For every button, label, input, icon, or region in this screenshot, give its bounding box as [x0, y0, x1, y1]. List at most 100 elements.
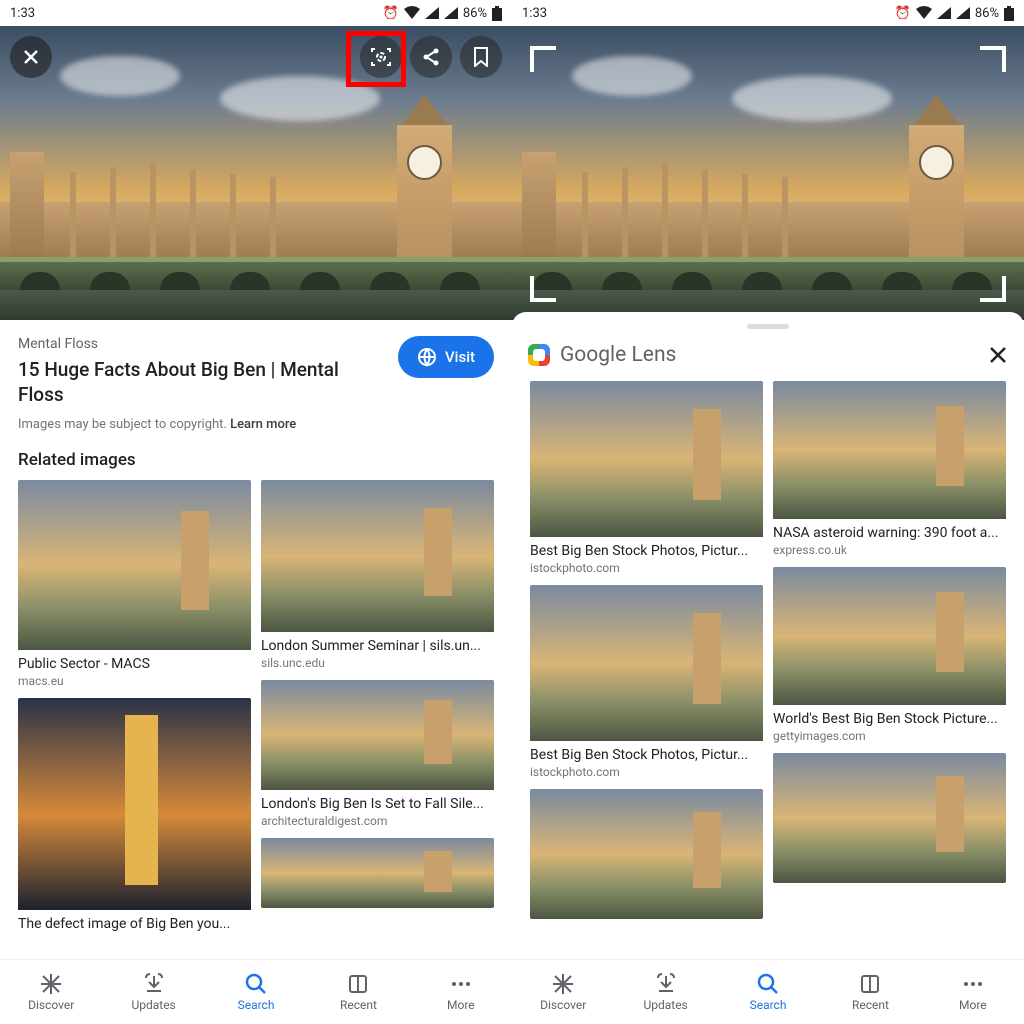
related-heading: Related images [0, 440, 512, 480]
bookmark-icon [473, 47, 489, 67]
related-thumb[interactable]: The defect image of Big Ben you... [18, 698, 251, 932]
hero-image[interactable] [0, 26, 512, 320]
bottom-nav: Discover Updates Search Recent More [0, 959, 512, 1024]
status-bar: 1:33 ⏰ 86% [0, 0, 512, 26]
nav-label: More [959, 998, 987, 1012]
source-label: Mental Floss [18, 336, 386, 352]
search-icon [757, 973, 779, 995]
signal-icon-2 [956, 7, 970, 19]
lens-hero-image[interactable] [512, 26, 1024, 320]
bookmark-button[interactable] [460, 36, 502, 78]
signal-icon [937, 7, 951, 19]
battery-icon [492, 6, 502, 21]
nav-label: Search [238, 998, 275, 1012]
battery-icon [1004, 6, 1014, 21]
lens-title: Google Lens [560, 343, 676, 367]
nav-label: Updates [131, 998, 175, 1012]
nav-discover[interactable]: Discover [0, 960, 102, 1024]
recent-icon [347, 973, 369, 995]
status-bar: 1:33 ⏰ 86% [512, 0, 1024, 26]
nav-label: Discover [540, 998, 586, 1012]
alarm-icon: ⏰ [383, 6, 399, 21]
battery-text: 86% [463, 6, 487, 21]
alarm-icon: ⏰ [895, 6, 911, 21]
nav-label: Recent [852, 998, 889, 1012]
thumb-domain: macs.eu [18, 674, 251, 688]
nav-recent[interactable]: Recent [819, 960, 921, 1024]
thumb-title: London Summer Seminar | sils.un... [261, 638, 494, 654]
thumb-domain: architecturaldigest.com [261, 814, 494, 828]
nav-more[interactable]: More [410, 960, 512, 1024]
nav-label: Updates [643, 998, 687, 1012]
wifi-icon [916, 6, 932, 20]
share-button[interactable] [410, 36, 452, 78]
updates-icon [143, 973, 165, 995]
thumb-domain: sils.unc.edu [261, 656, 494, 670]
signal-icon-2 [444, 7, 458, 19]
signal-icon [425, 7, 439, 19]
thumb-title: Best Big Ben Stock Photos, Pictur... [530, 747, 763, 763]
visit-label: Visit [445, 348, 475, 366]
lens-result-thumb[interactable] [530, 789, 763, 919]
discover-icon [552, 973, 574, 995]
more-icon [962, 973, 984, 995]
recent-icon [859, 973, 881, 995]
nav-search[interactable]: Search [205, 960, 307, 1024]
status-time: 1:33 [10, 6, 35, 21]
globe-icon [417, 347, 437, 367]
thumb-title: Best Big Ben Stock Photos, Pictur... [530, 543, 763, 559]
nav-recent[interactable]: Recent [307, 960, 409, 1024]
close-sheet-button[interactable] [988, 345, 1008, 365]
thumb-domain: gettyimages.com [773, 729, 1006, 743]
lens-result-thumb[interactable] [773, 753, 1006, 883]
close-button[interactable] [10, 36, 52, 78]
related-grid: Public Sector - MACS macs.eu The defect im… [0, 480, 512, 932]
wifi-icon [404, 6, 420, 20]
image-title: 15 Huge Facts About Big Ben | Mental Flo… [18, 358, 386, 407]
image-info-panel: Mental Floss 15 Huge Facts About Big Ben… [0, 320, 512, 440]
lens-result-thumb[interactable]: Best Big Ben Stock Photos, Pictur... isto… [530, 381, 763, 575]
lens-results-grid: Best Big Ben Stock Photos, Pictur... isto… [512, 381, 1024, 919]
thumb-title: World's Best Big Ben Stock Picture... [773, 711, 1006, 727]
battery-text: 86% [975, 6, 999, 21]
nav-discover[interactable]: Discover [512, 960, 614, 1024]
nav-label: Recent [340, 998, 377, 1012]
close-icon [21, 47, 41, 67]
lens-result-thumb[interactable]: World's Best Big Ben Stock Picture... get… [773, 567, 1006, 743]
nav-updates[interactable]: Updates [102, 960, 204, 1024]
nav-label: More [447, 998, 475, 1012]
thumb-title: London's Big Ben Is Set to Fall Sile... [261, 796, 494, 812]
thumb-domain: istockphoto.com [530, 561, 763, 575]
lens-result-thumb[interactable]: NASA asteroid warning: 390 foot a... expr… [773, 381, 1006, 557]
nav-more[interactable]: More [922, 960, 1024, 1024]
more-icon [450, 973, 472, 995]
highlight-annotation [346, 31, 406, 87]
nav-search[interactable]: Search [717, 960, 819, 1024]
thumb-domain: express.co.uk [773, 543, 1006, 557]
related-thumb[interactable]: London Summer Seminar | sils.un... sils.u… [261, 480, 494, 670]
discover-icon [40, 973, 62, 995]
thumb-title: The defect image of Big Ben you... [18, 916, 251, 932]
lens-result-thumb[interactable]: Best Big Ben Stock Photos, Pictur... isto… [530, 585, 763, 779]
nav-updates[interactable]: Updates [614, 960, 716, 1024]
close-icon [988, 345, 1008, 365]
thumb-title: Public Sector - MACS [18, 656, 251, 672]
nav-label: Discover [28, 998, 74, 1012]
copyright-notice[interactable]: Images may be subject to copyright. Lear… [18, 417, 494, 432]
search-icon [245, 973, 267, 995]
screen-google-lens: 1:33 ⏰ 86% [512, 0, 1024, 1024]
thumb-domain: istockphoto.com [530, 765, 763, 779]
thumb-title: NASA asteroid warning: 390 foot a... [773, 525, 1006, 541]
related-thumb[interactable] [261, 838, 494, 908]
nav-label: Search [750, 998, 787, 1012]
lens-results-sheet[interactable]: Google Lens Best Big Ben Stock Photos, P… [512, 312, 1024, 1024]
bottom-nav: Discover Updates Search Recent More [512, 959, 1024, 1024]
screen-image-viewer: 1:33 ⏰ 86% [0, 0, 512, 1024]
updates-icon [655, 973, 677, 995]
related-thumb[interactable]: London's Big Ben Is Set to Fall Sile... a… [261, 680, 494, 828]
share-icon [421, 47, 441, 67]
visit-button[interactable]: Visit [398, 336, 494, 378]
sheet-handle[interactable] [747, 324, 789, 329]
related-thumb[interactable]: Public Sector - MACS macs.eu [18, 480, 251, 688]
google-lens-logo-icon [528, 344, 550, 366]
